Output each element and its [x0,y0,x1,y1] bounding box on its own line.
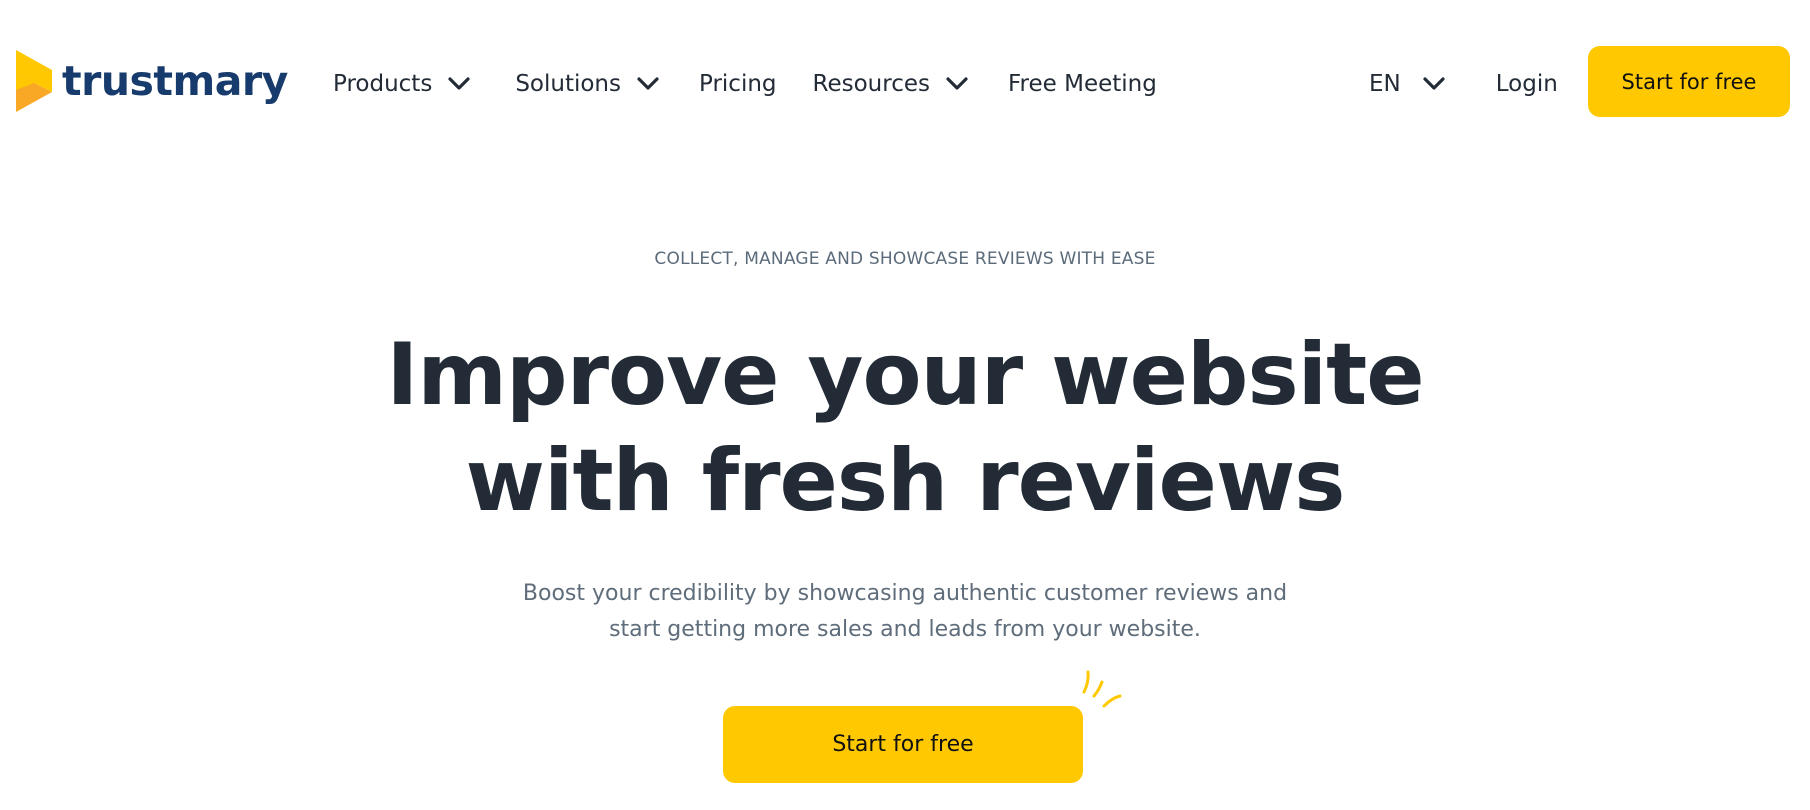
site-header: trustmary Products Solutions Pricing Res… [0,0,1810,166]
nav-item-label: Free Meeting [1008,71,1157,97]
nav-item-label: Resources [812,71,930,97]
sparkle-lines-icon [1082,670,1122,708]
login-link[interactable]: Login [1496,71,1558,97]
nav-item-label: Pricing [699,71,777,97]
hero-subtitle-line1: Boost your credibility by showcasing aut… [522,581,1288,606]
header-start-for-free-button[interactable]: Start for free [1588,46,1790,117]
logo-link[interactable]: trustmary [16,50,288,112]
nav-item-solutions[interactable]: Solutions [515,71,659,97]
language-label: EN [1369,71,1401,97]
chevron-down-icon [1423,77,1445,90]
hero-headline: Improve your website with fresh reviews [0,322,1810,534]
nav-item-resources[interactable]: Resources [813,71,968,97]
header-actions: EN Login [1369,64,1558,104]
hero-headline-line1: Improve your website [386,325,1424,425]
play-chevron-logo-icon [16,50,52,112]
chevron-down-icon [637,77,659,90]
nav-item-pricing[interactable]: Pricing [699,71,777,97]
hero-subtitle: Boost your credibility by showcasing aut… [505,576,1305,648]
nav-item-free-meeting[interactable]: Free Meeting [1008,71,1157,97]
nav-item-products[interactable]: Products [333,71,470,97]
chevron-down-icon [448,77,470,90]
hero-subtitle-line2: start getting more sales and leads from … [609,617,1201,642]
hero-eyebrow: COLLECT, MANAGE AND SHOWCASE REVIEWS WIT… [654,249,1156,269]
language-selector[interactable]: EN [1369,71,1445,97]
nav-item-label: Products [333,71,433,97]
logo-wordmark: trustmary [62,56,288,105]
nav-item-label: Solutions [515,71,621,97]
main-nav: Products Solutions Pricing Resources Fre… [333,64,1157,104]
hero-start-for-free-button[interactable]: Start for free [723,706,1083,783]
chevron-down-icon [946,77,968,90]
hero-headline-line2: with fresh reviews [465,431,1346,531]
